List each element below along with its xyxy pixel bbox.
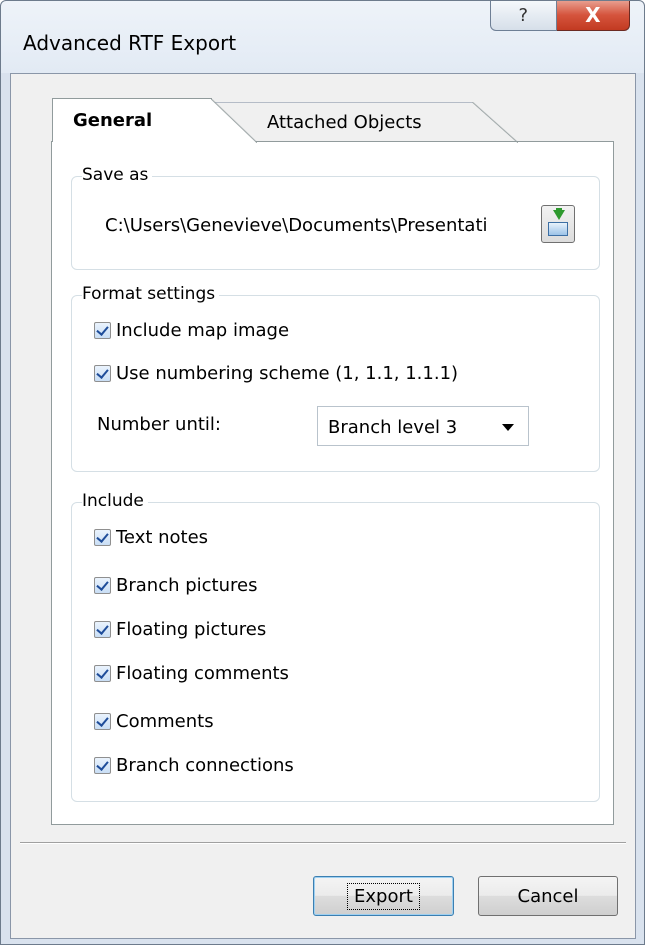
include-map-image-checkbox[interactable] <box>94 322 111 339</box>
general-tab-panel: Save as C:\Users\Genevieve\Documents\Pre… <box>51 141 614 825</box>
dialog-client-area: General Attached Objects Save as C:\User… <box>10 73 636 939</box>
include-option-comments[interactable]: Comments <box>94 711 214 732</box>
use-numbering-checkbox[interactable] <box>94 365 111 382</box>
branch-connections-label: Branch connections <box>116 755 294 776</box>
include-option-floating-comments[interactable]: Floating comments <box>94 663 289 684</box>
export-button-label: Export <box>347 882 420 910</box>
save-as-group-label: Save as <box>82 165 153 185</box>
include-map-image-label: Include map image <box>116 320 290 341</box>
close-icon: X <box>585 3 601 27</box>
export-button[interactable]: Export <box>313 876 454 916</box>
cancel-button[interactable]: Cancel <box>478 876 618 916</box>
text-notes-label: Text notes <box>116 527 209 548</box>
dialog-window: Advanced RTF Export ? X General Attached… <box>0 0 645 945</box>
use-numbering-option[interactable]: Use numbering scheme (1, 1.1, 1.1.1) <box>94 363 458 384</box>
include-map-image-option[interactable]: Include map image <box>94 320 289 341</box>
floating-comments-label: Floating comments <box>116 663 289 684</box>
cancel-button-label: Cancel <box>517 885 579 907</box>
include-option-branch-connections[interactable]: Branch connections <box>94 755 294 776</box>
tab-general-label: General <box>73 110 153 131</box>
button-separator <box>20 842 626 844</box>
include-option-text-notes[interactable]: Text notes <box>94 527 208 548</box>
branch-pictures-label: Branch pictures <box>116 575 258 596</box>
floating-comments-checkbox[interactable] <box>94 665 111 682</box>
comments-label: Comments <box>116 711 214 732</box>
chevron-down-icon <box>502 424 514 431</box>
browse-button[interactable] <box>541 205 575 243</box>
help-button[interactable]: ? <box>490 1 557 31</box>
number-until-select[interactable]: Branch level 3 <box>317 406 529 446</box>
format-settings-group-label: Format settings <box>82 284 220 304</box>
text-notes-checkbox[interactable] <box>94 529 111 546</box>
comments-checkbox[interactable] <box>94 713 111 730</box>
branch-connections-checkbox[interactable] <box>94 757 111 774</box>
floating-pictures-label: Floating pictures <box>116 619 267 640</box>
include-group: Include Text notes Branch pictures Float… <box>71 491 600 802</box>
tab-attached-objects-label: Attached Objects <box>267 112 422 133</box>
help-icon: ? <box>518 4 529 26</box>
number-until-value: Branch level 3 <box>328 417 458 438</box>
format-settings-group: Format settings Include map image Use nu… <box>71 284 600 472</box>
window-title: Advanced RTF Export <box>23 31 237 55</box>
save-path-input[interactable]: C:\Users\Genevieve\Documents\Presentati <box>94 203 524 247</box>
include-option-branch-pictures[interactable]: Branch pictures <box>94 575 257 596</box>
save-as-group: Save as C:\Users\Genevieve\Documents\Pre… <box>71 165 600 270</box>
tab-general[interactable]: General <box>52 98 257 143</box>
include-group-label: Include <box>82 491 148 511</box>
caption-buttons: ? X <box>490 1 630 31</box>
include-option-floating-pictures[interactable]: Floating pictures <box>94 619 266 640</box>
close-button[interactable]: X <box>556 1 630 31</box>
use-numbering-label: Use numbering scheme (1, 1.1, 1.1.1) <box>116 363 459 384</box>
floating-pictures-checkbox[interactable] <box>94 621 111 638</box>
branch-pictures-checkbox[interactable] <box>94 577 111 594</box>
title-bar[interactable]: Advanced RTF Export ? X <box>1 1 644 77</box>
number-until-label: Number until: <box>97 414 221 435</box>
